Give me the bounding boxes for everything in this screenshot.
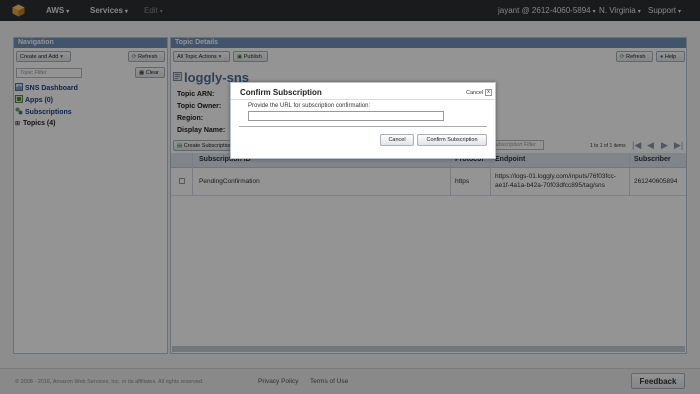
confirm-subscription-dialog: Confirm Subscription Cancel x Provide th… [230,82,496,159]
cancel-button[interactable]: Cancel [380,134,414,146]
confirmation-url-label: Provide the URL for subscription confirm… [248,103,371,109]
confirm-subscription-button[interactable]: Confirm Subscription [417,134,487,146]
dialog-title: Confirm Subscription [240,88,322,97]
dialog-divider [239,126,487,127]
dialog-cancel-link[interactable]: Cancel [466,90,483,96]
confirmation-url-input[interactable] [248,111,444,121]
close-icon[interactable]: x [485,89,492,96]
dialog-divider [231,99,495,100]
modal-overlay[interactable] [0,0,700,394]
